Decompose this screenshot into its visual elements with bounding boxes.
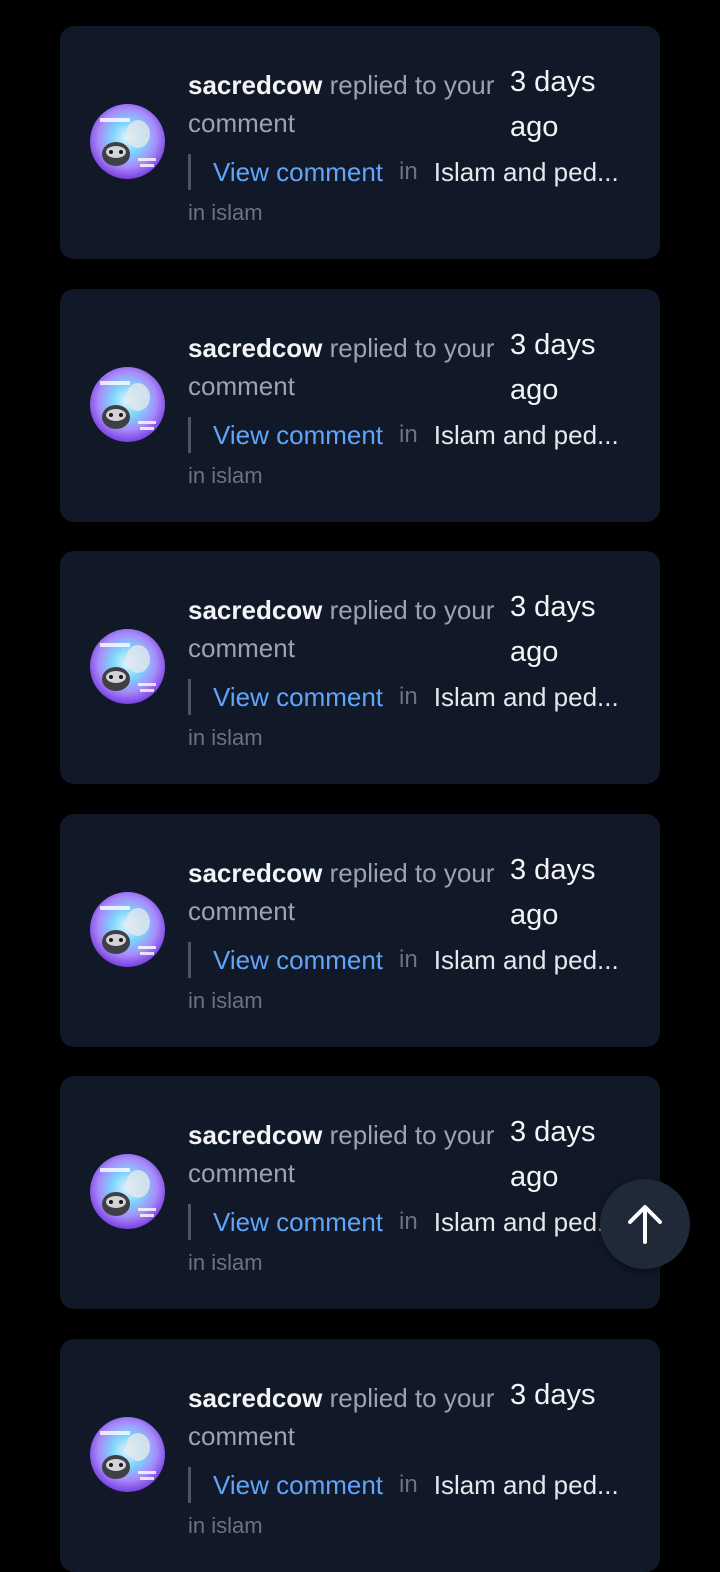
notification-headline: sacredcow replied to your comment: [188, 1379, 508, 1455]
timestamp: 3 days ago: [510, 329, 596, 406]
view-comment-link[interactable]: View comment: [213, 1470, 383, 1501]
avatar[interactable]: [90, 104, 165, 179]
username[interactable]: sacredcow: [188, 70, 322, 100]
notification-headline: sacredcow replied to your comment: [188, 854, 508, 930]
avatar[interactable]: [90, 1417, 165, 1492]
community-label: in islam: [188, 725, 263, 750]
post-title-link[interactable]: Islam and ped...: [434, 1207, 619, 1238]
timestamp: 3 days ago: [510, 854, 596, 931]
notification-card[interactable]: sacredcow replied to your comment 3 days…: [60, 1339, 660, 1572]
notification-card[interactable]: sacredcow replied to your comment 3 days…: [60, 814, 660, 1047]
notification-card[interactable]: sacredcow replied to your comment 3 days…: [60, 289, 660, 522]
notification-headline: sacredcow replied to your comment: [188, 66, 508, 142]
post-title-link[interactable]: Islam and ped...: [434, 945, 619, 976]
view-comment-link[interactable]: View comment: [213, 682, 383, 713]
avatar[interactable]: [90, 629, 165, 704]
username[interactable]: sacredcow: [188, 1383, 322, 1413]
notification-card[interactable]: sacredcow replied to your comment 3 days…: [60, 551, 660, 784]
timestamp: 3 days ago: [510, 591, 596, 668]
comment-link-row: View comment in Islam and ped...: [188, 154, 641, 190]
in-label: in: [399, 421, 418, 448]
community-label: in islam: [188, 988, 263, 1013]
in-label: in: [399, 1208, 418, 1235]
in-label: in: [399, 683, 418, 710]
community-label: in islam: [188, 1250, 263, 1275]
username[interactable]: sacredcow: [188, 1120, 322, 1150]
in-label: in: [399, 1471, 418, 1498]
avatar[interactable]: [90, 1154, 165, 1229]
avatar[interactable]: [90, 892, 165, 967]
username[interactable]: sacredcow: [188, 595, 322, 625]
view-comment-link[interactable]: View comment: [213, 157, 383, 188]
arrow-up-icon: [628, 1205, 662, 1244]
timestamp: 3 days: [510, 1379, 596, 1411]
in-label: in: [399, 158, 418, 185]
comment-link-row: View comment in Islam and ped...: [188, 1204, 641, 1240]
notification-headline: sacredcow replied to your comment: [188, 591, 508, 667]
notification-headline: sacredcow replied to your comment: [188, 329, 508, 405]
notification-headline: sacredcow replied to your comment: [188, 1116, 508, 1192]
comment-link-row: View comment in Islam and ped...: [188, 1467, 641, 1503]
timestamp: 3 days ago: [510, 66, 596, 143]
username[interactable]: sacredcow: [188, 333, 322, 363]
view-comment-link[interactable]: View comment: [213, 420, 383, 451]
username[interactable]: sacredcow: [188, 858, 322, 888]
comment-link-row: View comment in Islam and ped...: [188, 417, 641, 453]
community-label: in islam: [188, 1513, 263, 1538]
community-label: in islam: [188, 200, 263, 225]
scroll-to-top-button[interactable]: [600, 1179, 690, 1269]
post-title-link[interactable]: Islam and ped...: [434, 157, 619, 188]
avatar[interactable]: [90, 367, 165, 442]
view-comment-link[interactable]: View comment: [213, 945, 383, 976]
notification-card[interactable]: sacredcow replied to your comment 3 days…: [60, 26, 660, 259]
notification-card[interactable]: sacredcow replied to your comment 3 days…: [60, 1076, 660, 1309]
post-title-link[interactable]: Islam and ped...: [434, 1470, 619, 1501]
timestamp: 3 days ago: [510, 1116, 596, 1193]
community-label: in islam: [188, 463, 263, 488]
comment-link-row: View comment in Islam and ped...: [188, 942, 641, 978]
comment-link-row: View comment in Islam and ped...: [188, 679, 641, 715]
view-comment-link[interactable]: View comment: [213, 1207, 383, 1238]
post-title-link[interactable]: Islam and ped...: [434, 682, 619, 713]
in-label: in: [399, 946, 418, 973]
post-title-link[interactable]: Islam and ped...: [434, 420, 619, 451]
